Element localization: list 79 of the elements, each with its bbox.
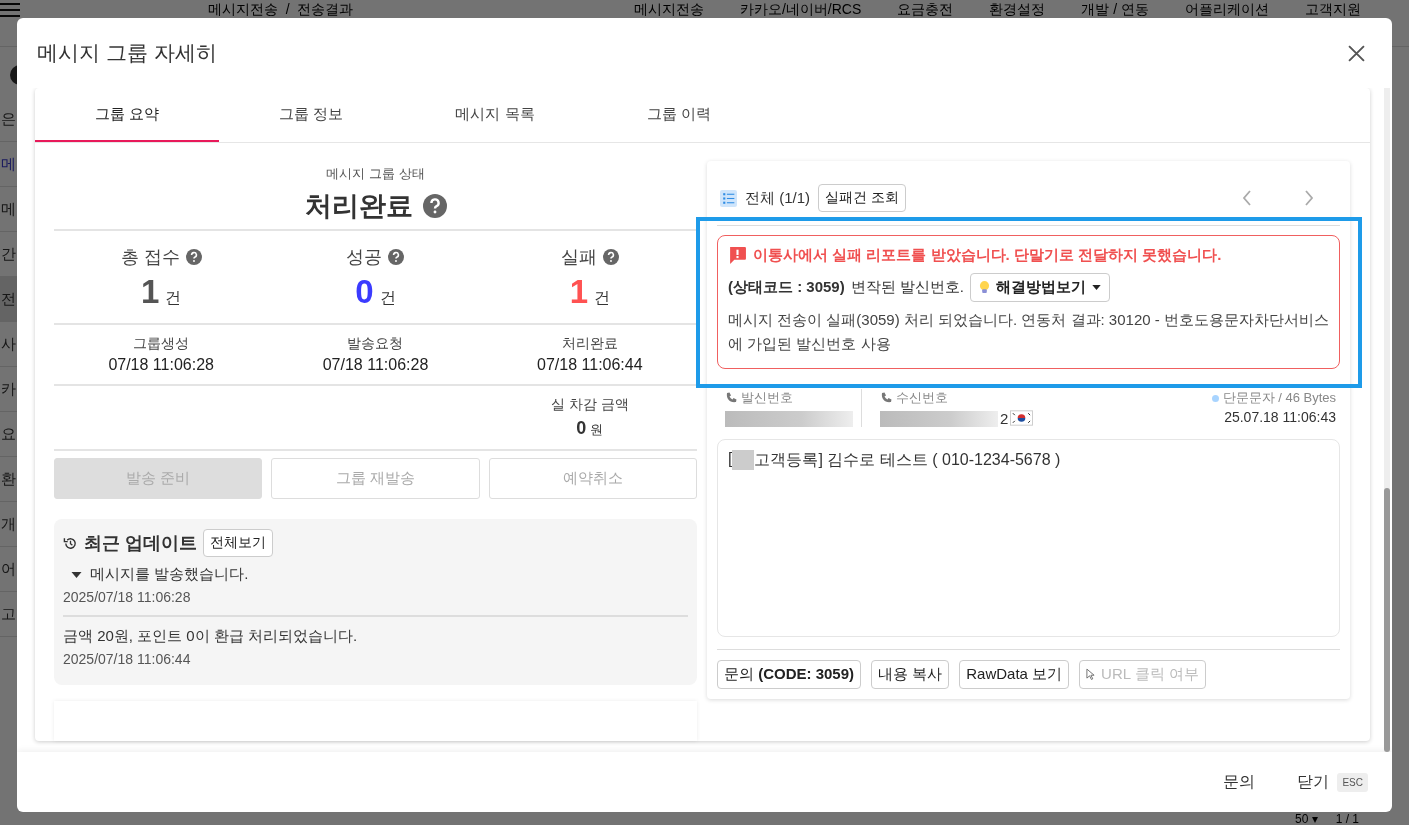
stat-label: 성공	[346, 246, 383, 269]
breadcrumb: 메시지전송 / 전송결과	[208, 1, 354, 17]
unit-label: 건	[165, 288, 182, 308]
phone-icon	[880, 392, 892, 404]
nav-link[interactable]: 어플리케이션	[1167, 1, 1287, 17]
time-value: 07/18 11:06:28	[322, 356, 429, 374]
error-description: 메시지 전송이 실패(3059) 처리 되었습니다. 연동처 결과: 30120 - 번호도용문자차단서비스에 가입된 발신번호 사용	[728, 310, 1329, 354]
status-code: (상태코드 : 3059)	[728, 278, 845, 297]
error-reason: 변작된 발신번호.	[850, 278, 965, 297]
stat-value: 1	[141, 273, 160, 311]
close-icon[interactable]	[1348, 44, 1365, 62]
tab[interactable]: 그룹 이력	[587, 88, 771, 142]
nav-link[interactable]: 고객지원	[1287, 1, 1379, 17]
action-button[interactable]: RawData 보기	[959, 660, 1070, 689]
unit-label: 원	[590, 421, 604, 439]
close-button[interactable]: 닫기 ESC	[1291, 770, 1374, 794]
action-button[interactable]: 문의 (CODE: 3059)	[717, 660, 862, 689]
sent-time: 25.07.18 11:06:43	[1224, 409, 1336, 425]
time-label: 그룹생성	[133, 335, 190, 353]
history-icon	[63, 535, 78, 551]
dialog-title: 메시지 그룹 자세히	[37, 40, 217, 66]
amount-label: 실 차감 금액	[550, 396, 629, 414]
stat-value: 1	[569, 273, 588, 311]
menu-icon[interactable]	[0, 2, 20, 18]
stat-label: 실패	[560, 246, 597, 269]
help-icon[interactable]	[422, 194, 447, 218]
alert-icon	[728, 246, 747, 265]
help-icon[interactable]	[185, 249, 202, 265]
update-time: 2025/07/18 11:06:44	[63, 651, 192, 667]
flag-icon	[1010, 410, 1034, 426]
nav-link[interactable]: 카카오/네이버/RCS	[722, 1, 880, 17]
update-text: 메시지를 발송했습니다.	[90, 565, 249, 584]
filter-button[interactable]: 실패건 조회	[818, 184, 906, 212]
solution-dropdown[interactable]: 해결방법보기	[970, 273, 1111, 302]
caret-icon	[1092, 285, 1102, 290]
stat-value: 0	[355, 273, 374, 311]
redacted-value	[732, 450, 755, 470]
nav-link[interactable]: 개발 / 연동	[1063, 1, 1167, 17]
message-count: 전체 (1/1)	[745, 188, 810, 208]
sender-label: 발신번호	[741, 389, 793, 407]
unit-label: 건	[594, 288, 610, 308]
nav-link[interactable]: 메시지전송	[616, 1, 722, 17]
page-size-select[interactable]: 50 ▾	[1294, 813, 1318, 825]
action-button[interactable]: 내용 복사	[871, 660, 950, 689]
tab[interactable]: 그룹 요약	[35, 88, 219, 142]
section-title: 최근 업데이트	[84, 532, 197, 555]
time-value: 07/18 11:06:44	[537, 356, 643, 374]
list-icon	[720, 189, 737, 207]
update-text: 금액 20원, 포인트 0이 환급 처리되었습니다.	[63, 627, 358, 646]
message-text: [	[728, 450, 733, 468]
amount-value: 0	[576, 418, 587, 439]
inquiry-button[interactable]: 문의	[1217, 770, 1262, 794]
phone-icon	[725, 392, 737, 404]
receiver-number: 2	[1000, 409, 1009, 427]
page-indicator: 1 / 1	[1335, 813, 1359, 825]
tab[interactable]: 메시지 목록	[403, 88, 587, 142]
scrollbar[interactable]	[1384, 488, 1390, 752]
help-icon[interactable]	[602, 249, 619, 265]
time-value: 07/18 11:06:28	[108, 356, 214, 374]
time-label: 발송요청	[347, 335, 404, 353]
status-label: 메시지 그룹 상태	[325, 165, 426, 183]
cursor-icon	[1086, 668, 1096, 681]
stat-label: 총 접수	[120, 246, 180, 269]
update-time: 2025/07/18 11:06:28	[63, 589, 192, 605]
help-icon[interactable]	[388, 249, 405, 265]
nav-link[interactable]: 요금충전	[879, 1, 972, 17]
time-label: 처리완료	[561, 335, 618, 353]
status-text: 처리완료	[304, 190, 413, 223]
lightbulb-icon	[979, 280, 991, 295]
message-type: 단문문자 / 46 Bytes	[1222, 389, 1336, 407]
view-all-button[interactable]: 전체보기	[203, 529, 273, 557]
error-headline: 이통사에서 실패 리포트를 받았습니다. 단말기로 전달하지 못했습니다.	[753, 246, 1222, 265]
unit-label: 건	[379, 288, 396, 308]
nav-link[interactable]: 환경설정	[971, 1, 1064, 17]
tab[interactable]: 그룹 정보	[219, 88, 403, 142]
caret-icon[interactable]	[71, 571, 82, 578]
status-dot	[1211, 394, 1219, 402]
message-text: 고객등록] 김수로 테스트 ( 010-1234-5678 )	[754, 450, 1061, 470]
receiver-label: 수신번호	[896, 389, 948, 407]
